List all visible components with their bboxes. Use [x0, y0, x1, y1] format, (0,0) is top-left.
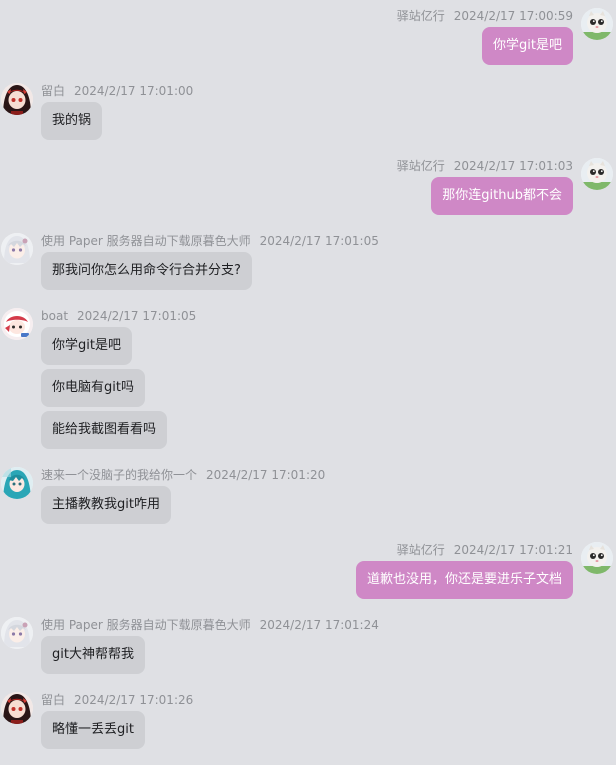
message-time: 2024/2/17 17:01:05: [259, 234, 379, 248]
message-bubble[interactable]: 你学git是吧: [41, 327, 132, 365]
message-meta: 驿站亿行 2024/2/17 17:01:21: [397, 542, 573, 558]
message-bubble[interactable]: 你电脑有git吗: [41, 369, 145, 407]
sender-name[interactable]: 驿站亿行: [397, 159, 445, 173]
message-time: 2024/2/17 17:01:24: [259, 618, 379, 632]
kitten-avatar[interactable]: [581, 542, 613, 574]
message-time: 2024/2/17 17:01:20: [206, 468, 326, 482]
boat-avatar[interactable]: [1, 308, 33, 340]
white-hair-girl-avatar[interactable]: [1, 233, 33, 265]
sender-name[interactable]: 驿站亿行: [397, 9, 445, 23]
sender-name[interactable]: 驿站亿行: [397, 543, 445, 557]
message-bubble[interactable]: 那我问你怎么用命令行合并分支?: [41, 252, 252, 290]
message-time: 2024/2/17 17:01:05: [77, 309, 197, 323]
message-time: 2024/2/17 17:01:21: [453, 543, 573, 557]
message-meta: 速来一个没脑子的我给你一个 2024/2/17 17:01:20: [41, 467, 325, 483]
message-bubble[interactable]: 能给我截图看看吗: [41, 411, 168, 449]
white-hair-girl-avatar[interactable]: [1, 617, 33, 649]
message-bubble[interactable]: 那你连github都不会: [431, 177, 573, 215]
sender-name[interactable]: 留白: [41, 693, 65, 707]
kitten-avatar[interactable]: [581, 8, 613, 40]
teal-hair-girl-avatar[interactable]: [1, 467, 33, 499]
red-hair-girl-avatar[interactable]: [1, 692, 33, 724]
message-bubble[interactable]: 主播教教我git咋用: [41, 486, 171, 524]
message-bubble[interactable]: git大神帮帮我: [41, 636, 145, 674]
message-bubble[interactable]: 道歉也没用，你还是要进乐子文档: [355, 561, 573, 599]
red-hair-girl-avatar[interactable]: [1, 83, 33, 115]
message-meta: 留白 2024/2/17 17:01:26: [41, 692, 193, 708]
sender-name[interactable]: 留白: [41, 84, 65, 98]
message-meta: 使用 Paper 服务器自动下载原暮色大师 2024/2/17 17:01:24: [41, 617, 379, 633]
message-time: 2024/2/17 17:00:59: [453, 9, 573, 23]
message-time: 2024/2/17 17:01:03: [453, 159, 573, 173]
sender-name[interactable]: boat: [41, 309, 68, 323]
message-time: 2024/2/17 17:01:00: [74, 84, 194, 98]
message-meta: 使用 Paper 服务器自动下载原暮色大师 2024/2/17 17:01:05: [41, 233, 379, 249]
message-bubble[interactable]: 略懂一丢丢git: [41, 711, 145, 749]
message-meta: 留白 2024/2/17 17:01:00: [41, 83, 193, 99]
sender-name[interactable]: 速来一个没脑子的我给你一个: [41, 468, 197, 482]
chat-message-list[interactable]: 驿站亿行 2024/2/17 17:00:59 你学git是吧 留白 2024/2/…: [0, 0, 616, 765]
message-bubble[interactable]: 我的锅: [41, 102, 103, 140]
sender-name[interactable]: 使用 Paper 服务器自动下载原暮色大师: [41, 234, 251, 248]
message-meta: 驿站亿行 2024/2/17 17:00:59: [397, 8, 573, 24]
message-meta: 驿站亿行 2024/2/17 17:01:03: [397, 158, 573, 174]
sender-name[interactable]: 使用 Paper 服务器自动下载原暮色大师: [41, 618, 251, 632]
message-bubble[interactable]: 你学git是吧: [482, 27, 573, 65]
kitten-avatar[interactable]: [581, 158, 613, 190]
message-time: 2024/2/17 17:01:26: [74, 693, 194, 707]
message-meta: boat 2024/2/17 17:01:05: [41, 308, 196, 324]
